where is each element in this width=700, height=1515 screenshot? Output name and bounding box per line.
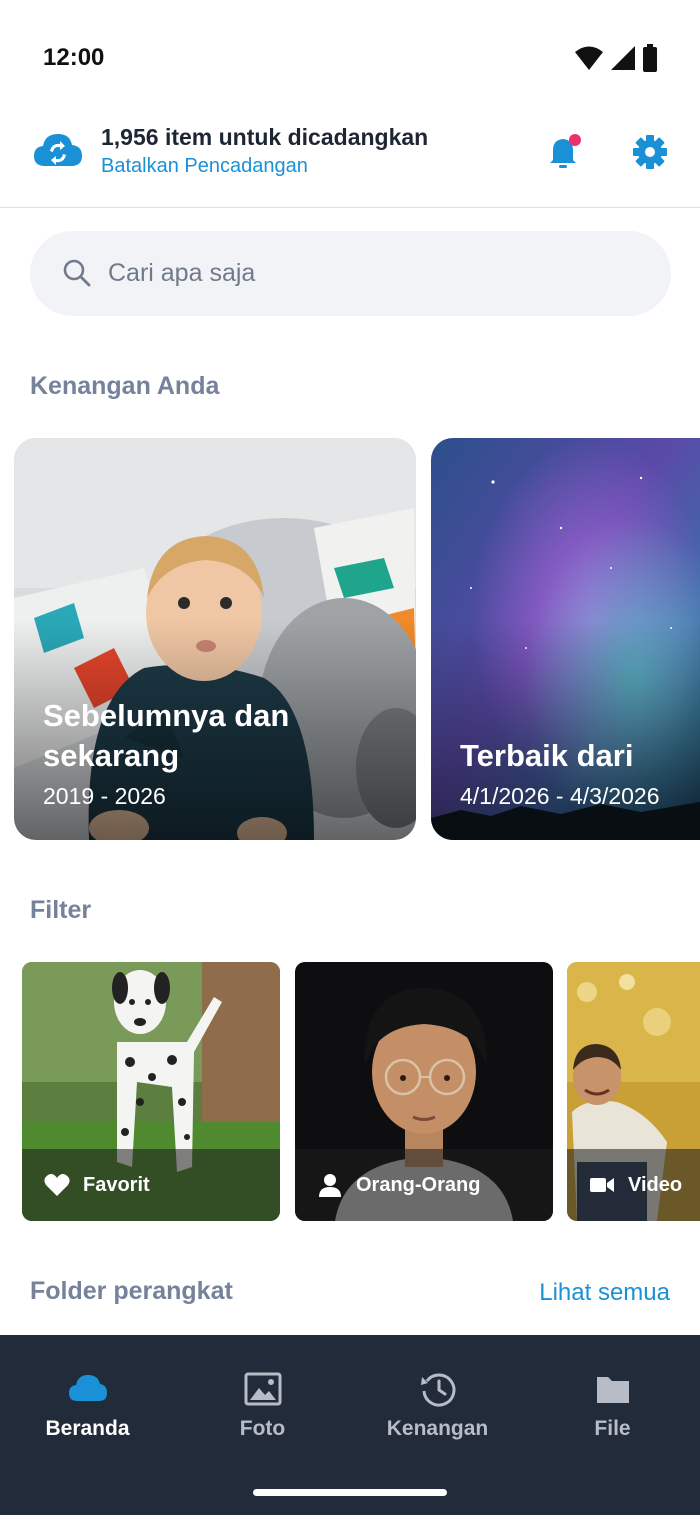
filter-section-title: Filter	[30, 896, 92, 924]
status-icons	[574, 44, 658, 72]
filter-favorites[interactable]: Favorit	[22, 962, 280, 1221]
nav-label: Kenangan	[386, 1417, 489, 1440]
cancel-backup-link[interactable]: Batalkan Pencadangan	[101, 155, 308, 178]
nav-label: Beranda	[45, 1417, 130, 1440]
status-time: 12:00	[43, 44, 105, 71]
image-icon	[244, 1372, 282, 1406]
filter-people[interactable]: Orang-Orang	[295, 962, 553, 1221]
search-icon	[63, 259, 91, 287]
signal-icon	[611, 46, 635, 70]
filter-label: Video	[628, 1174, 683, 1196]
home-indicator[interactable]	[253, 1489, 447, 1496]
bell-icon[interactable]	[545, 132, 585, 172]
search-bar[interactable]	[30, 231, 671, 316]
gear-icon[interactable]	[632, 134, 668, 170]
bottom-navigation: Beranda Foto Kenangan File	[0, 1335, 700, 1515]
search-input[interactable]	[108, 231, 648, 316]
backup-status-title: 1,956 item untuk dicadangkan	[101, 124, 429, 150]
memory-title: Terbaik dari	[460, 738, 634, 773]
person-icon	[319, 1174, 341, 1197]
folder-icon	[597, 1377, 629, 1403]
nav-item-files[interactable]: File	[525, 1335, 700, 1475]
memory-card-best-of[interactable]: Terbaik dari 4/1/2026 - 4/3/2026	[431, 438, 700, 840]
filter-label: Favorit	[83, 1174, 150, 1196]
memory-title-line2: sekarang	[43, 738, 180, 773]
backup-header: 1,956 item untuk dicadangkan Batalkan Pe…	[0, 110, 700, 208]
memory-date: 2019 - 2026	[43, 783, 166, 809]
wifi-icon	[575, 46, 603, 70]
heart-icon	[44, 1174, 70, 1196]
nav-item-photos[interactable]: Foto	[175, 1335, 350, 1475]
folders-section-title: Folder perangkat	[30, 1277, 233, 1305]
video-icon	[590, 1178, 614, 1192]
history-icon	[421, 1373, 456, 1407]
cloud-icon	[69, 1375, 107, 1401]
nav-label: Foto	[239, 1417, 286, 1440]
cloud-sync-icon[interactable]	[33, 130, 83, 170]
status-bar: 12:00	[0, 0, 700, 110]
filter-label: Orang-Orang	[356, 1174, 481, 1196]
battery-icon	[643, 44, 657, 72]
nav-label: File	[594, 1417, 631, 1440]
nav-item-home[interactable]: Beranda	[0, 1335, 175, 1475]
memory-title-line1: Sebelumnya dan	[43, 698, 290, 733]
filter-video[interactable]: Video	[567, 962, 700, 1221]
memory-date: 4/1/2026 - 4/3/2026	[460, 783, 660, 809]
nav-item-memories[interactable]: Kenangan	[350, 1335, 525, 1475]
memories-section-title: Kenangan Anda	[30, 372, 220, 400]
memory-card-before-after[interactable]: Sebelumnya dan sekarang 2019 - 2026	[14, 438, 416, 840]
see-all-link[interactable]: Lihat semua	[539, 1279, 670, 1307]
